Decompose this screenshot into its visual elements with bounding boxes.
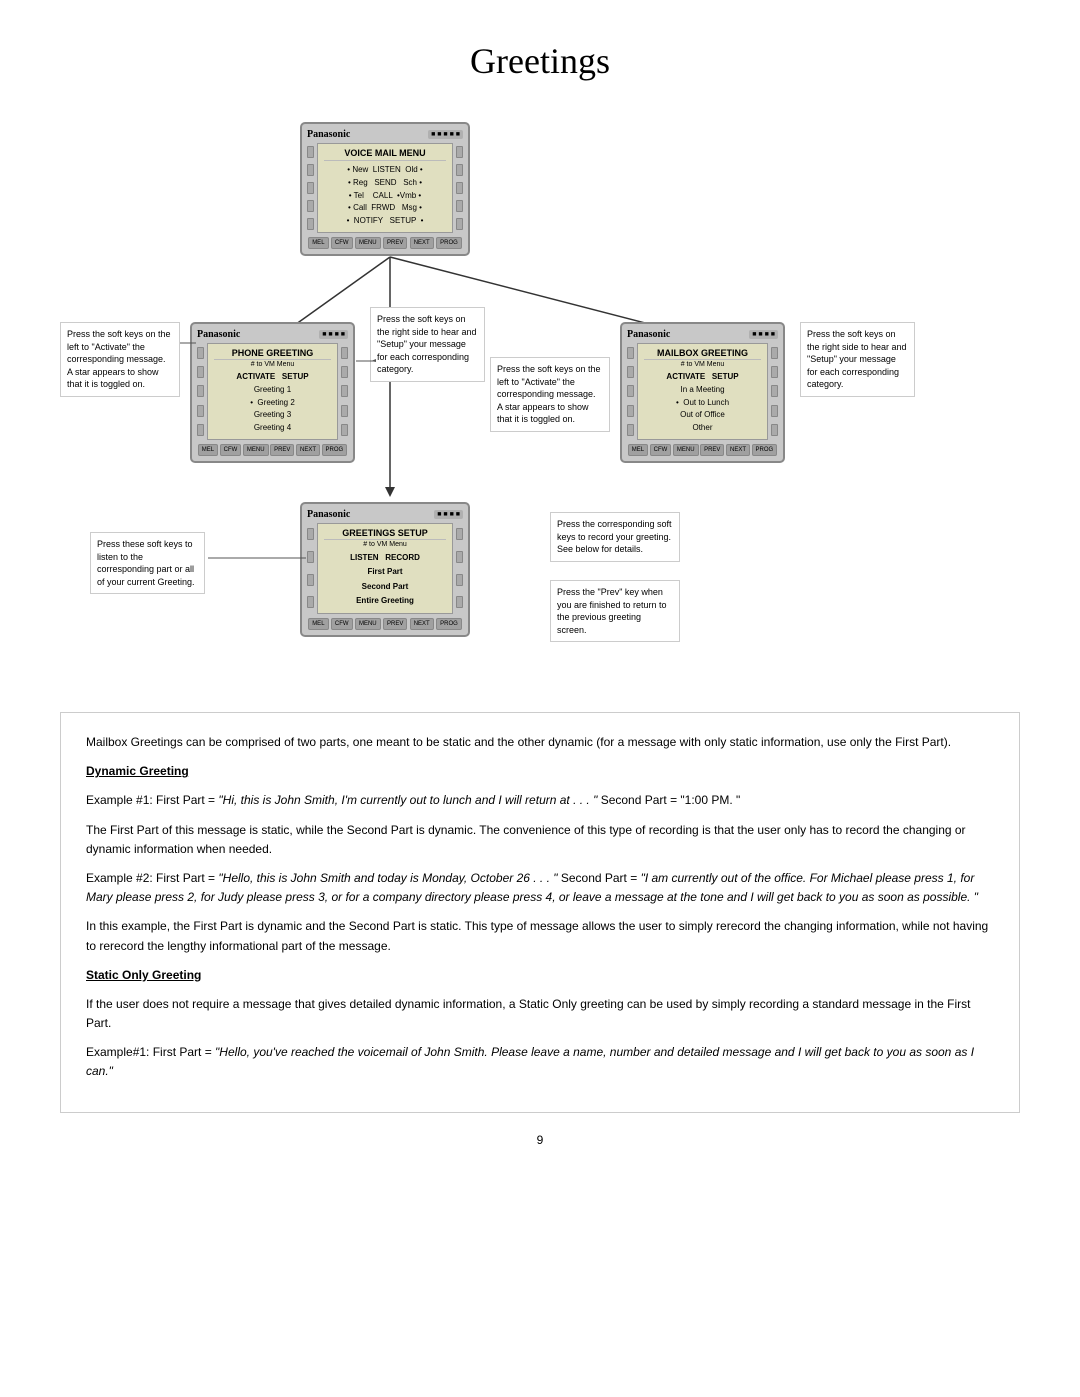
callout-bottom-left: Press these soft keys to listen to the c… <box>90 532 205 594</box>
dynamic-heading: Dynamic Greeting <box>86 762 994 781</box>
callout-bottom-right-record: Press the corresponding soft keys to rec… <box>550 512 680 562</box>
page-number: 9 <box>60 1133 1020 1147</box>
content-box: Mailbox Greetings can be comprised of tw… <box>60 712 1020 1113</box>
right-phone: Panasonic ■ ■ ■ ■ MAILBOX GREETING # to … <box>620 322 785 463</box>
page-title: Greetings <box>60 40 1020 82</box>
callout-bottom-right-prev: Press the "Prev" key when you are finish… <box>550 580 680 642</box>
example1: Example #1: First Part = "Hi, this is Jo… <box>86 791 994 810</box>
page: Greetings Panasonic ■ ■ ■ ■ ■ <box>0 0 1080 1397</box>
static-heading: Static Only Greeting <box>86 966 994 985</box>
callout-top-right: Press the soft keys on the right side to… <box>800 322 915 397</box>
top-phone-title: VOICE MAIL MENU <box>324 148 446 161</box>
dynamic-example2-desc: In this example, the First Part is dynam… <box>86 917 994 955</box>
callout-top-middle: Press the soft keys on the right side to… <box>370 307 485 382</box>
dynamic-desc: The First Part of this message is static… <box>86 821 994 859</box>
example2: Example #2: First Part = "Hello, this is… <box>86 869 994 907</box>
callout-top-left: Press the soft keys on the left to "Acti… <box>60 322 180 397</box>
intro-text: Mailbox Greetings can be comprised of tw… <box>86 733 994 752</box>
callout-middle-activate: Press the soft keys on the left to "Acti… <box>490 357 610 432</box>
static-desc: If the user does not require a message t… <box>86 995 994 1033</box>
static-example: Example#1: First Part = "Hello, you've r… <box>86 1043 994 1081</box>
top-phone: Panasonic ■ ■ ■ ■ ■ VOICE MAIL <box>300 122 470 256</box>
left-phone: Panasonic ■ ■ ■ ■ PHONE GREETING # to VM… <box>190 322 355 463</box>
diagram-area: Panasonic ■ ■ ■ ■ ■ VOICE MAIL <box>60 112 1020 692</box>
bottom-phone: Panasonic ■ ■ ■ ■ GREETINGS SETUP # to V… <box>300 502 470 637</box>
